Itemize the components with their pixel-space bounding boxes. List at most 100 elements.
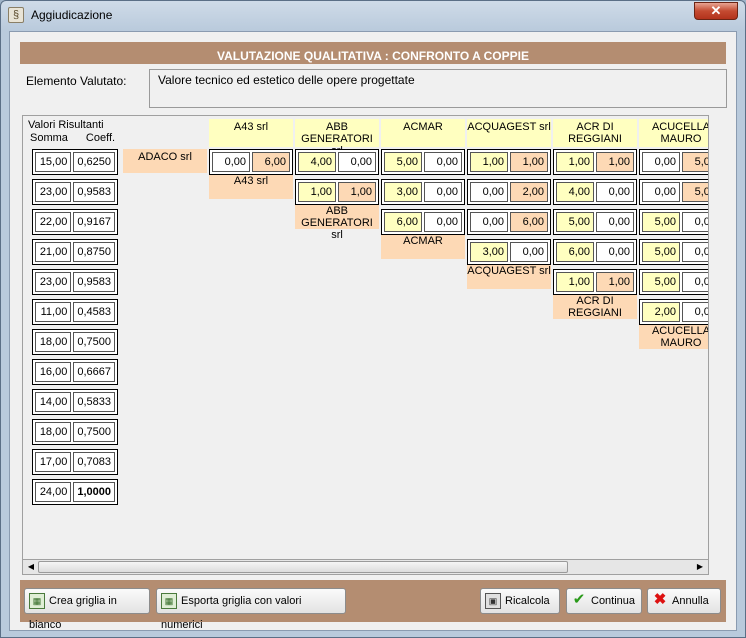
element-label: Elemento Valutato: — [26, 74, 127, 88]
col-score-input[interactable]: 5,00 — [682, 182, 708, 202]
comparison-cell[interactable]: 5,000,00 — [553, 209, 637, 235]
col-score-input[interactable]: 0,00 — [596, 212, 634, 232]
column-header: ACR DI REGGIANI — [553, 119, 637, 147]
comparison-cell[interactable]: 5,000,00 — [381, 149, 465, 175]
row-score-input[interactable]: 6,00 — [556, 242, 594, 262]
comparison-cell[interactable]: 5,000,00 — [639, 269, 708, 295]
comparison-cell[interactable]: 0,00 2,00 — [467, 179, 551, 205]
col-score-input[interactable]: 0,00 — [424, 182, 462, 202]
comparison-cell[interactable]: 0,005,00 — [639, 149, 708, 175]
row-score-input[interactable]: 1,00 — [556, 272, 594, 292]
annulla-button[interactable]: ✖ Annulla — [647, 588, 721, 614]
comparison-cell[interactable]: 1,00 1,00 — [553, 149, 637, 175]
result-row: 15,00 0,6250 — [32, 149, 118, 175]
row-score-input[interactable]: 4,00 — [556, 182, 594, 202]
row-score-input[interactable]: 5,00 — [556, 212, 594, 232]
comparison-cell[interactable]: 6,00 0,00 — [553, 239, 637, 265]
row-score-input[interactable]: 5,00 — [384, 152, 422, 172]
col-score-input[interactable]: 1,00 — [596, 152, 634, 172]
horizontal-scrollbar[interactable]: ◀ ▶ — [22, 559, 709, 575]
somma-value: 21,00 — [35, 242, 72, 262]
result-row: 17,00 0,7083 — [32, 449, 118, 475]
row-score-input[interactable]: 1,00 — [556, 152, 594, 172]
page-title: VALUTAZIONE QUALITATIVA : CONFRONTO A CO… — [20, 42, 726, 64]
somma-value: 18,00 — [35, 332, 72, 352]
comparison-grid: Valori Risultanti Somma Coeff. 15,00 0,62… — [22, 115, 709, 559]
column-header: ACUCELLA MAURO — [639, 119, 708, 147]
comparison-cell[interactable]: 6,00 0,00 — [381, 209, 465, 235]
scroll-thumb[interactable] — [38, 561, 568, 573]
app-icon: § — [8, 7, 24, 23]
col-coeff-label: Coeff. — [85, 132, 116, 144]
continua-button[interactable]: ✔ Continua — [566, 588, 642, 614]
element-value-box: Valore tecnico ed estetico delle opere p… — [149, 69, 727, 108]
col-score-input[interactable]: 1,00 — [510, 152, 548, 172]
column-header: ABB GENERATORI srl — [295, 119, 379, 157]
comparison-cell[interactable]: 2,000,00 — [639, 299, 708, 325]
comparison-cell[interactable]: 0,00 6,00 — [209, 149, 293, 175]
col-score-input[interactable]: 0,00 — [682, 212, 708, 232]
row-score-input[interactable]: 0,00 — [642, 182, 680, 202]
comparison-cell[interactable]: 5,000,00 — [639, 209, 708, 235]
col-score-input[interactable]: 1,00 — [338, 182, 376, 202]
comparison-cell[interactable]: 1,00 1,00 — [295, 179, 379, 205]
comparison-cell[interactable]: 1,00 1,00 — [553, 269, 637, 295]
comparison-cell[interactable]: 0,005,00 — [639, 179, 708, 205]
scroll-right-icon[interactable]: ▶ — [693, 561, 707, 573]
col-score-input[interactable]: 0,00 — [424, 152, 462, 172]
result-row: 21,00 0,8750 — [32, 239, 118, 265]
coeff-value: 0,6667 — [73, 362, 115, 382]
col-score-input[interactable]: 6,00 — [252, 152, 290, 172]
coeff-value: 0,6250 — [73, 152, 115, 172]
scroll-left-icon[interactable]: ◀ — [24, 561, 38, 573]
comparison-cell[interactable]: 5,000,00 — [639, 239, 708, 265]
result-row: 16,00 0,6667 — [32, 359, 118, 385]
column-header: ACMAR — [381, 119, 465, 147]
row-score-input[interactable]: 5,00 — [642, 212, 680, 232]
comparison-cell[interactable]: 4,00 0,00 — [295, 149, 379, 175]
col-score-input[interactable]: 0,00 — [338, 152, 376, 172]
col-score-input[interactable]: 0,00 — [682, 272, 708, 292]
row-label: ACR DI REGGIANI — [553, 293, 637, 319]
coeff-value: 0,7500 — [73, 422, 115, 442]
comparison-cell[interactable]: 0,00 6,00 — [467, 209, 551, 235]
col-score-input[interactable]: 0,00 — [424, 212, 462, 232]
row-score-input[interactable]: 0,00 — [642, 152, 680, 172]
col-score-input[interactable]: 0,00 — [510, 242, 548, 262]
row-score-input[interactable]: 5,00 — [642, 242, 680, 262]
comparison-cell[interactable]: 3,00 0,00 — [467, 239, 551, 265]
close-button[interactable]: ✕ — [694, 2, 738, 20]
row-score-input[interactable]: 0,00 — [470, 182, 508, 202]
row-score-input[interactable]: 3,00 — [384, 182, 422, 202]
row-score-input[interactable]: 6,00 — [384, 212, 422, 232]
col-score-input[interactable]: 5,00 — [682, 152, 708, 172]
col-score-input[interactable]: 0,00 — [682, 242, 708, 262]
row-label: A43 srl — [209, 173, 293, 199]
ricalcola-button[interactable]: ▣ Ricalcola — [480, 588, 560, 614]
col-score-input[interactable]: 6,00 — [510, 212, 548, 232]
col-score-input[interactable]: 1,00 — [596, 272, 634, 292]
col-score-input[interactable]: 0,00 — [682, 302, 708, 322]
esporta-griglia-button[interactable]: ▦ Esporta griglia con valori numerici — [156, 588, 346, 631]
row-score-input[interactable]: 1,00 — [470, 152, 508, 172]
result-row: 14,00 0,5833 — [32, 389, 118, 415]
row-score-input[interactable]: 5,00 — [642, 272, 680, 292]
column-header: ACQUAGEST srl — [467, 119, 551, 147]
row-score-input[interactable]: 0,00 — [470, 212, 508, 232]
crea-griglia-button[interactable]: ▦ Crea griglia in bianco — [24, 588, 150, 631]
row-score-input[interactable]: 4,00 — [298, 152, 336, 172]
comparison-cell[interactable]: 4,00 0,00 — [553, 179, 637, 205]
col-score-input[interactable]: 2,00 — [510, 182, 548, 202]
coeff-value: 0,4583 — [73, 302, 115, 322]
comparison-cell[interactable]: 3,00 0,00 — [381, 179, 465, 205]
comparison-cell[interactable]: 1,00 1,00 — [467, 149, 551, 175]
col-score-input[interactable]: 0,00 — [596, 242, 634, 262]
row-score-input[interactable]: 0,00 — [212, 152, 250, 172]
row-label: ACUCELLA MAURO — [639, 323, 708, 349]
row-score-input[interactable]: 2,00 — [642, 302, 680, 322]
col-score-input[interactable]: 0,00 — [596, 182, 634, 202]
title-bar: § Aggiudicazione ✕ — [1, 1, 745, 31]
row-score-input[interactable]: 3,00 — [470, 242, 508, 262]
row-score-input[interactable]: 1,00 — [298, 182, 336, 202]
row-label: ACQUAGEST srl — [467, 263, 551, 289]
